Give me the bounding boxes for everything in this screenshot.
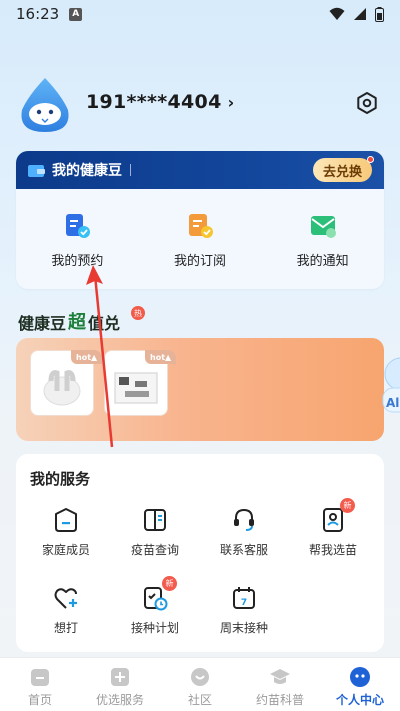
plus-service-icon — [111, 668, 129, 686]
wallet-icon — [28, 165, 45, 177]
vaccine-query-icon — [144, 509, 166, 531]
service-want-to-get[interactable]: 想打 — [26, 584, 106, 636]
customer-service-icon — [234, 508, 254, 531]
divider — [130, 164, 131, 176]
service-help-select-vaccine[interactable]: 帮我选苗 新 — [293, 498, 373, 558]
battery-icon — [375, 6, 384, 22]
notification-a-icon: A — [69, 7, 83, 21]
nav-home[interactable]: 首页 — [0, 658, 80, 711]
appointment-icon — [66, 214, 91, 238]
my-services-panel: 我的服务 家庭成员 疫苗查询 联系客服 帮我选苗 新 想打 接种计划 新 7 周… — [16, 454, 384, 652]
wifi-icon — [329, 7, 345, 20]
exchange-button[interactable]: 去兑换 — [312, 156, 374, 182]
nav-preferred-services[interactable]: 优选服务 — [80, 658, 160, 711]
status-bar: 16:23 A — [0, 0, 400, 28]
my-appointment-label: 我的预约 — [51, 254, 104, 269]
service-customer-support[interactable]: 联系客服 — [204, 506, 284, 558]
community-icon — [191, 668, 209, 686]
status-icons — [329, 6, 384, 22]
education-icon — [270, 669, 290, 684]
nav-vaccine-education[interactable]: 约苗科普 — [240, 658, 320, 711]
bottom-nav: 首页 优选服务 社区 约苗科普 个人中心 — [0, 657, 400, 711]
nav-label: 约苗科普 — [255, 693, 304, 707]
phone-text: 191****4404 — [86, 91, 222, 113]
service-label: 联系客服 — [219, 543, 268, 557]
new-badge: 新 — [162, 576, 177, 591]
health-bean-card: 我的健康豆 去兑换 我的预约 我的订阅 我的通知 — [16, 151, 384, 289]
services-title: 我的服务 — [30, 470, 91, 488]
notification-icon — [310, 216, 336, 238]
chevron-right-icon: › — [227, 93, 235, 112]
nav-label: 社区 — [187, 693, 212, 707]
service-label: 帮我选苗 — [308, 543, 357, 557]
service-label: 接种计划 — [130, 621, 179, 635]
promo-title: 健康豆 超 值兑 — [18, 308, 120, 334]
profile-icon — [350, 667, 370, 687]
side-float-label: All — [386, 396, 400, 410]
bean-card-header: 我的健康豆 去兑换 — [16, 151, 384, 189]
nav-community[interactable]: 社区 — [160, 658, 240, 711]
my-subscription-label: 我的订阅 — [173, 254, 226, 269]
promo-title-part1: 健康豆 — [18, 314, 67, 333]
promo-banner[interactable]: hot▲ hot▲ — [16, 338, 384, 441]
service-vaccine-query[interactable]: 疫苗查询 — [115, 506, 195, 558]
hot-badge: 热 — [131, 306, 145, 320]
my-subscription-button[interactable]: 我的订阅 — [150, 211, 250, 269]
nav-personal-center[interactable]: 个人中心 — [320, 658, 400, 711]
avatar[interactable] — [18, 76, 72, 134]
promo-title-part2: 超 — [68, 312, 87, 333]
service-vaccination-plan[interactable]: 接种计划 新 — [115, 576, 195, 636]
new-badge: 新 — [340, 498, 355, 513]
status-time: 16:23 — [16, 5, 60, 23]
calendar-day: 7 — [241, 598, 247, 608]
bean-card-title: 我的健康豆 — [52, 163, 122, 179]
nav-label: 优选服务 — [95, 693, 144, 707]
bean-card-body: 我的预约 我的订阅 我的通知 — [16, 189, 384, 269]
subscription-icon — [188, 214, 213, 238]
nav-label: 个人中心 — [335, 693, 384, 707]
product-tag: hot▲ — [71, 350, 103, 364]
settings-icon[interactable] — [355, 91, 379, 115]
product-tag-2: hot▲ — [145, 350, 177, 364]
service-weekend-vaccination[interactable]: 7 周末接种 — [204, 584, 284, 636]
service-label: 周末接种 — [219, 621, 268, 635]
home-icon — [31, 669, 49, 686]
service-label: 家庭成员 — [41, 543, 90, 557]
service-label: 疫苗查询 — [130, 543, 179, 557]
family-icon — [55, 508, 77, 532]
red-dot-badge — [367, 156, 374, 163]
signal-icon — [354, 8, 366, 20]
phone-number[interactable]: 191****4404 › — [86, 91, 235, 113]
promo-title-part3: 值兑 — [88, 314, 121, 333]
heart-plus-icon — [54, 588, 77, 609]
my-notification-button[interactable]: 我的通知 — [273, 211, 373, 269]
exchange-label: 去兑换 — [322, 164, 362, 180]
service-label: 想打 — [53, 621, 78, 635]
nav-label: 首页 — [27, 693, 52, 707]
my-notification-label: 我的通知 — [296, 254, 349, 269]
service-family-members[interactable]: 家庭成员 — [26, 506, 106, 558]
calendar-icon: 7 — [233, 587, 255, 609]
my-appointment-button[interactable]: 我的预约 — [27, 211, 127, 269]
